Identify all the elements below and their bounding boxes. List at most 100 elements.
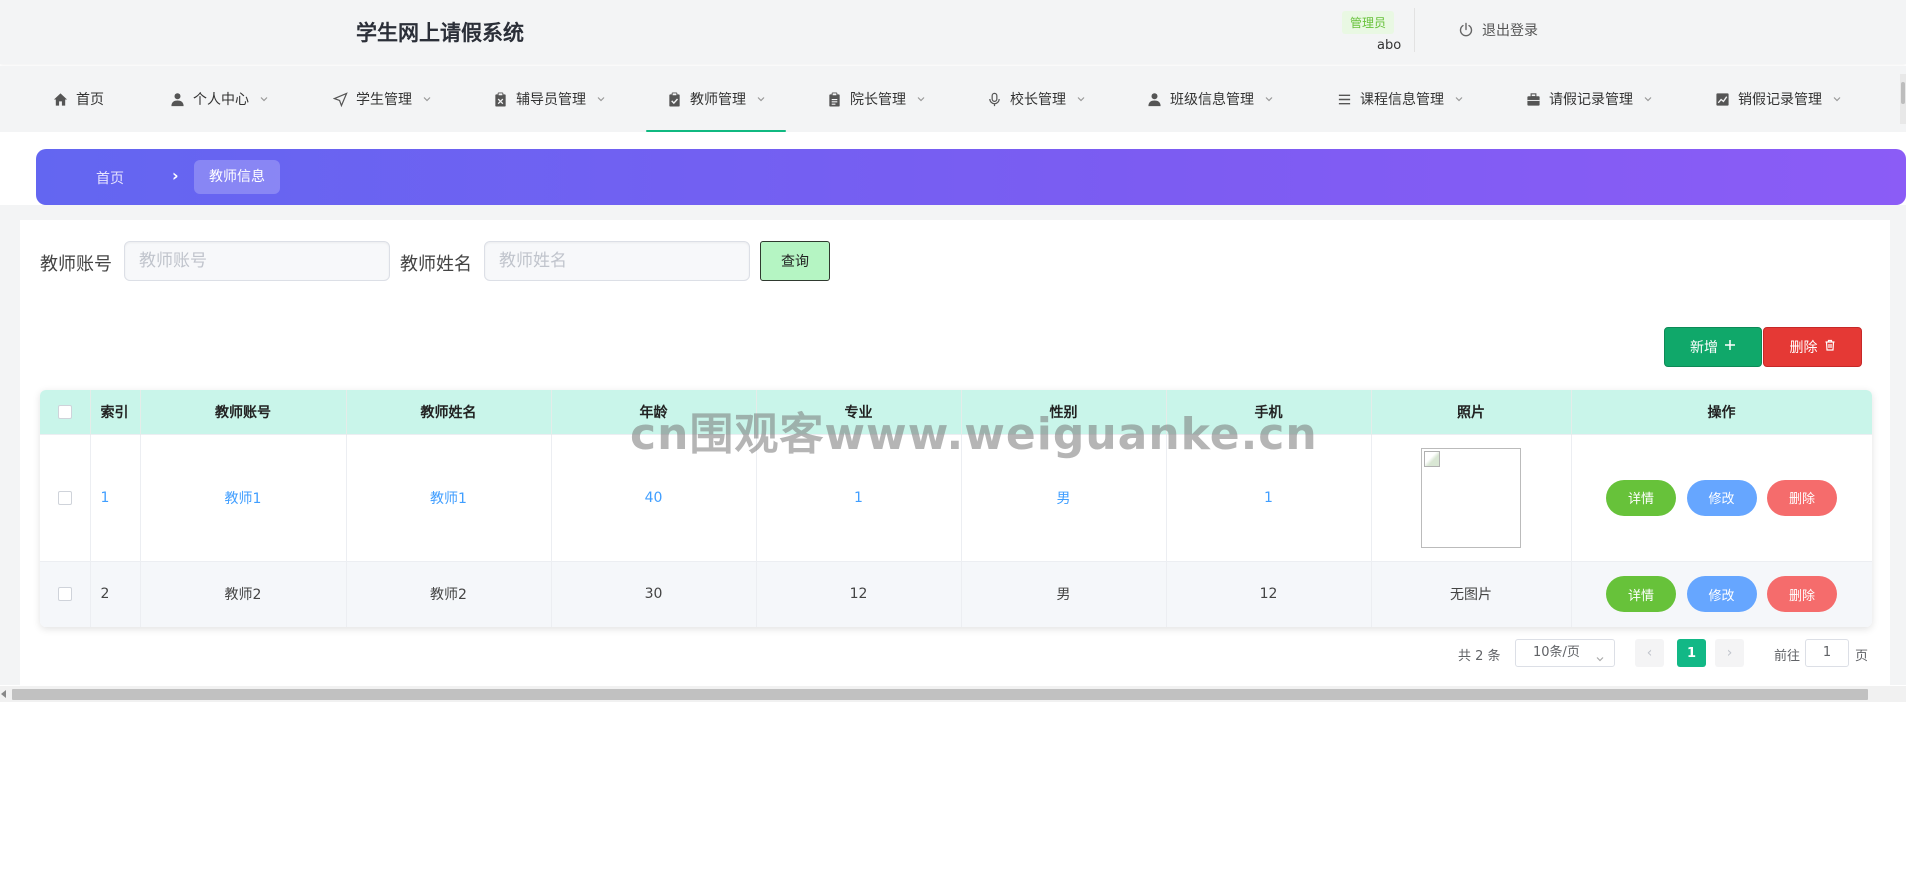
chevron-down-icon bbox=[1595, 648, 1605, 662]
cell-photo bbox=[1371, 433, 1572, 561]
clipboard-list-icon bbox=[826, 91, 842, 107]
detail-button[interactable]: 详情 bbox=[1606, 576, 1677, 613]
chevron-down-icon bbox=[756, 94, 766, 104]
edit-button[interactable]: 修改 bbox=[1686, 479, 1757, 516]
row-delete-button[interactable]: 删除 bbox=[1766, 479, 1837, 516]
column-header: 性别 bbox=[961, 390, 1167, 434]
chevron-down-icon bbox=[1264, 94, 1274, 104]
breadcrumb: 首页 › 教师信息 bbox=[36, 149, 1906, 205]
nav-scrollbar[interactable] bbox=[1900, 74, 1906, 124]
column-header: 手机 bbox=[1166, 390, 1372, 434]
cell-gender: 男 bbox=[961, 560, 1167, 627]
breadcrumb-home[interactable]: 首页 bbox=[96, 168, 124, 188]
table-row[interactable]: 1 教师1 教师1 40 1 男 1 详情 修改 删除 bbox=[40, 433, 1872, 561]
row-delete-button[interactable]: 删除 bbox=[1766, 576, 1837, 613]
nav-item-classes[interactable]: 班级信息管理 bbox=[1146, 66, 1274, 132]
plus-icon bbox=[1724, 339, 1736, 355]
cell-index: 1 bbox=[90, 433, 141, 561]
cell-major: 1 bbox=[756, 433, 962, 561]
user-icon bbox=[169, 91, 185, 107]
nav-item-teachers[interactable]: 教师管理 bbox=[646, 66, 786, 132]
cell-index: 2 bbox=[90, 560, 141, 627]
name-search-input[interactable] bbox=[484, 241, 750, 281]
row-checkbox[interactable] bbox=[57, 587, 72, 602]
account-search-input[interactable] bbox=[124, 241, 390, 281]
broken-image-icon bbox=[1421, 447, 1521, 548]
nav-item-home[interactable]: 首页 bbox=[52, 66, 104, 132]
briefcase-icon bbox=[1525, 91, 1541, 107]
chevron-down-icon bbox=[596, 94, 606, 104]
row-select-cell bbox=[40, 560, 91, 627]
pagination-total: 共 2 条 bbox=[1458, 648, 1501, 664]
add-label: 新增 bbox=[1690, 340, 1718, 356]
cell-age: 40 bbox=[551, 433, 757, 561]
row-select-cell bbox=[40, 433, 91, 561]
cell-name: 教师1 bbox=[346, 433, 552, 561]
horizontal-scrollbar[interactable] bbox=[0, 686, 1906, 702]
nav-label: 学生管理 bbox=[356, 92, 412, 108]
select-all-cell bbox=[40, 390, 91, 434]
query-button[interactable]: 查询 bbox=[760, 241, 830, 281]
page-size-select[interactable]: 10条/页 bbox=[1515, 639, 1615, 667]
column-header: 操作 bbox=[1571, 390, 1872, 434]
scroll-left-arrow-icon[interactable] bbox=[1, 690, 6, 698]
next-page-button[interactable]: › bbox=[1715, 639, 1744, 667]
add-button[interactable]: 新增 bbox=[1664, 327, 1762, 367]
nav-item-courses[interactable]: 课程信息管理 bbox=[1336, 66, 1464, 132]
row-checkbox[interactable] bbox=[57, 490, 72, 505]
cell-gender: 男 bbox=[961, 433, 1167, 561]
cell-account: 教师2 bbox=[140, 560, 347, 627]
chevron-down-icon bbox=[1076, 94, 1086, 104]
logout-button[interactable]: 退出登录 bbox=[1458, 20, 1538, 40]
nav-item-counselors[interactable]: 辅导员管理 bbox=[492, 66, 606, 132]
cell-major: 12 bbox=[756, 560, 962, 627]
edit-button[interactable]: 修改 bbox=[1686, 576, 1757, 613]
nav-label: 教师管理 bbox=[690, 92, 746, 108]
cell-age: 30 bbox=[551, 560, 757, 627]
page-size-value: 10条/页 bbox=[1533, 645, 1580, 660]
column-header: 年龄 bbox=[551, 390, 757, 434]
cell-phone: 1 bbox=[1166, 433, 1372, 561]
username: abo bbox=[1377, 38, 1402, 53]
page-number-current[interactable]: 1 bbox=[1677, 639, 1706, 667]
select-all-checkbox[interactable] bbox=[57, 404, 72, 419]
top-header: 学生网上请假系统 管理员 abo 退出登录 bbox=[0, 0, 1906, 64]
delete-button[interactable]: 删除 bbox=[1763, 327, 1862, 367]
clipboard-x-icon bbox=[492, 91, 508, 107]
breadcrumb-separator: › bbox=[172, 166, 179, 185]
nav-item-deans[interactable]: 院长管理 bbox=[826, 66, 926, 132]
goto-page-input[interactable]: 1 bbox=[1805, 639, 1849, 667]
chevron-down-icon bbox=[1832, 94, 1842, 104]
nav-item-students[interactable]: 学生管理 bbox=[332, 66, 432, 132]
nav-label: 班级信息管理 bbox=[1170, 92, 1254, 108]
prev-page-button[interactable]: ‹ bbox=[1635, 639, 1664, 667]
breadcrumb-current: 教师信息 bbox=[194, 160, 280, 194]
table-header-row: 索引 教师账号 教师姓名 年龄 专业 性别 手机 照片 操作 bbox=[40, 390, 1872, 434]
nav-item-profile[interactable]: 个人中心 bbox=[169, 66, 269, 132]
chevron-down-icon bbox=[422, 94, 432, 104]
cell-account: 教师1 bbox=[140, 433, 347, 561]
table-row[interactable]: 2 教师2 教师2 30 12 男 12 无图片 详情 修改 删除 bbox=[40, 560, 1872, 627]
nav-label: 辅导员管理 bbox=[516, 92, 586, 108]
nav-item-principals[interactable]: 校长管理 bbox=[986, 66, 1086, 132]
nav-item-leave-records[interactable]: 请假记录管理 bbox=[1525, 66, 1653, 132]
nav-label: 销假记录管理 bbox=[1738, 92, 1822, 108]
detail-button[interactable]: 详情 bbox=[1606, 479, 1677, 516]
user-icon bbox=[1146, 91, 1162, 107]
nav-label: 首页 bbox=[76, 92, 104, 108]
account-label: 教师账号 bbox=[40, 254, 112, 275]
header-divider bbox=[1414, 8, 1415, 52]
nav-label: 课程信息管理 bbox=[1360, 92, 1444, 108]
chart-icon bbox=[1714, 91, 1730, 107]
clipboard-check-icon bbox=[666, 91, 682, 107]
trash-icon bbox=[1824, 339, 1836, 355]
column-header: 教师账号 bbox=[140, 390, 347, 434]
app-title: 学生网上请假系统 bbox=[356, 21, 524, 45]
goto-suffix: 页 bbox=[1855, 648, 1869, 664]
logout-label: 退出登录 bbox=[1482, 23, 1538, 39]
scrollbar-thumb[interactable] bbox=[12, 689, 1868, 700]
nav-item-return-records[interactable]: 销假记录管理 bbox=[1714, 66, 1842, 132]
column-header: 专业 bbox=[756, 390, 962, 434]
cell-name: 教师2 bbox=[346, 560, 552, 627]
name-label: 教师姓名 bbox=[400, 254, 472, 275]
